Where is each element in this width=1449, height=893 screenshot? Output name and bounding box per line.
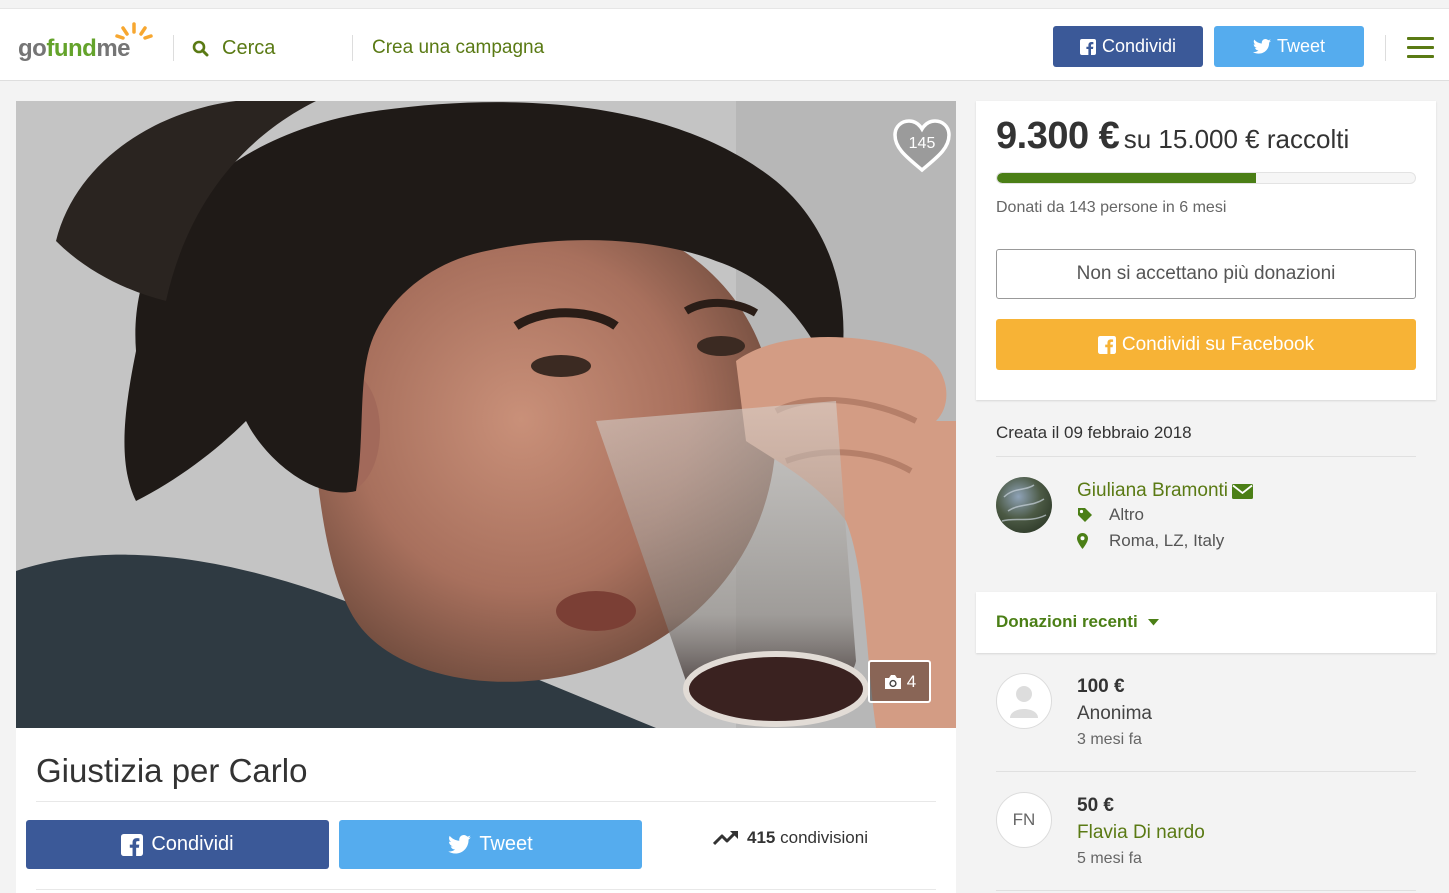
donor-name-link[interactable]: Flavia Di nardo [1077, 822, 1205, 844]
create-campaign-link[interactable]: Crea una campagna [372, 37, 544, 59]
donation-time: 5 mesi fa [1077, 850, 1142, 867]
donation-time: 3 mesi fa [1077, 731, 1142, 748]
top-navbar: gofundme Cerca Crea una campagna Condivi… [0, 8, 1449, 81]
twitter-icon [1252, 39, 1271, 54]
organizer-name: Giuliana Bramonti [1077, 480, 1229, 501]
tweet-label: Tweet [479, 833, 533, 855]
campaign-title-panel: Giustizia per Carlo Condividi Tweet 415 … [16, 728, 956, 893]
tag-icon [1078, 508, 1092, 522]
header-divider [173, 35, 174, 61]
map-marker-icon [1077, 533, 1088, 549]
donation-divider [996, 771, 1416, 772]
location-label: Roma, LZ, Italy [1109, 531, 1225, 550]
campaign-photo [16, 101, 956, 728]
header-tweet-label: Tweet [1276, 36, 1326, 56]
tweet-button[interactable]: Tweet [339, 820, 642, 869]
header-facebook-share-button[interactable]: Condividi [1053, 26, 1203, 67]
location-row: Roma, LZ, Italy [1077, 531, 1224, 551]
donations-closed-button[interactable]: Non si accettano più donazioni [996, 249, 1416, 299]
header-facebook-share-label: Condividi [1101, 36, 1177, 56]
facebook-share-yellow-label: Condividi su Facebook [1121, 333, 1315, 355]
campaign-hero-image[interactable]: 145 4 [16, 101, 956, 728]
facebook-icon [121, 833, 144, 856]
raised-amount-value: 9.300 € [996, 115, 1120, 157]
donation-amount: 100 € [1077, 676, 1125, 697]
logo-wordmark: gofundme [18, 35, 130, 62]
search-icon [192, 40, 209, 56]
donation-divider [996, 890, 1416, 891]
envelope-icon[interactable] [1232, 483, 1254, 499]
facebook-share-button[interactable]: Condividi [26, 820, 329, 869]
category-row: Altro [1077, 505, 1144, 525]
camera-icon [884, 674, 901, 689]
header-divider [352, 35, 353, 61]
twitter-icon [448, 835, 472, 854]
photo-count: 4 [906, 671, 917, 691]
search-label: Cerca [222, 36, 276, 59]
like-count: 145 [908, 135, 936, 152]
funding-progress-bar [996, 172, 1416, 184]
title-divider [36, 801, 936, 802]
funding-progress-fill [997, 173, 1257, 183]
goal-text: su 15.000 € raccolti [1123, 124, 1350, 154]
facebook-share-label: Condividi [151, 833, 234, 855]
caret-down-icon [1147, 618, 1159, 625]
gofundme-logo[interactable]: gofundme [18, 22, 153, 69]
share-divider [36, 889, 936, 890]
raised-amount: 9.300 € su 15.000 € raccolti [996, 115, 1349, 158]
like-heart-button[interactable]: 145 [892, 118, 952, 174]
share-count: 415 condivisioni [713, 828, 868, 848]
photo-gallery-button[interactable]: 4 [868, 660, 931, 703]
organizer-avatar[interactable] [996, 477, 1052, 533]
share-count-number: 415 [747, 828, 776, 847]
user-silhouette-icon [1010, 686, 1038, 718]
campaign-title: Giustizia per Carlo [36, 752, 308, 789]
donation-amount: 50 € [1077, 795, 1114, 816]
donor-avatar-initials: FN [996, 792, 1052, 848]
header-tweet-button[interactable]: Tweet [1214, 26, 1364, 67]
recent-donations-title: Donazioni recenti [996, 612, 1138, 631]
hamburger-menu-icon[interactable] [1407, 37, 1434, 59]
facebook-icon [1079, 38, 1096, 55]
share-count-label: condivisioni [780, 828, 868, 847]
created-date: Creata il 09 febbraio 2018 [996, 423, 1192, 442]
donor-name: Anonima [1077, 703, 1152, 724]
trending-icon [713, 830, 738, 846]
recent-donations-dropdown[interactable]: Donazioni recenti [996, 612, 1159, 632]
header-divider [1385, 35, 1386, 61]
donor-avatar-anonymous [996, 673, 1052, 729]
funding-card: 9.300 € su 15.000 € raccolti Donati da 1… [976, 101, 1436, 400]
avatar-photo [1001, 484, 1047, 522]
facebook-icon [1097, 335, 1116, 354]
search-button[interactable]: Cerca [192, 35, 275, 61]
details-divider [996, 456, 1416, 457]
category-label: Altro [1109, 505, 1144, 524]
organizer-name-link[interactable]: Giuliana Bramonti [1077, 480, 1254, 502]
facebook-share-yellow-button[interactable]: Condividi su Facebook [996, 319, 1416, 370]
donors-summary: Donati da 143 persone in 6 mesi [996, 199, 1227, 216]
